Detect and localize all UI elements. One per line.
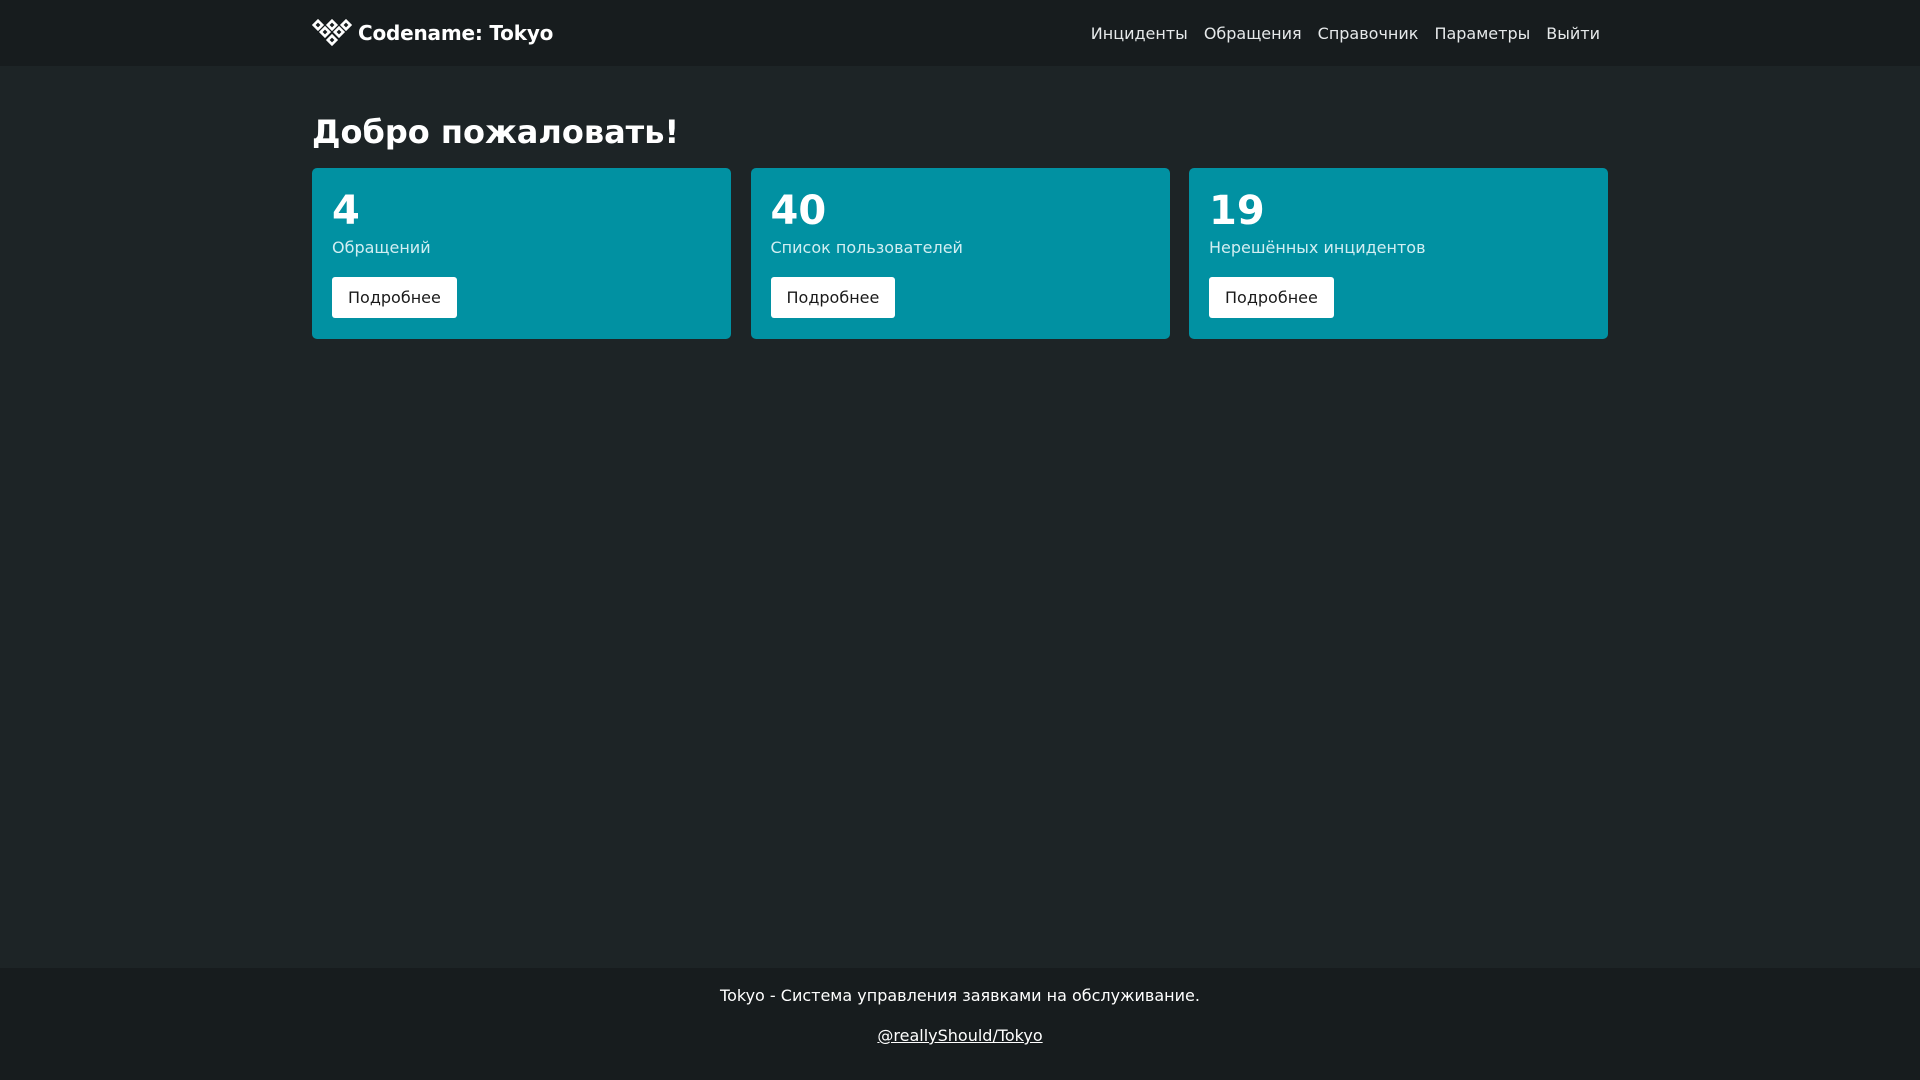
stat-cards: 4 Обращений Подробнее 40 Список пользова… (312, 168, 1608, 339)
footer-description: Tokyo - Система управления заявками на о… (720, 986, 1200, 1005)
card-label: Нерешённых инцидентов (1209, 238, 1426, 257)
main-content: Добро пожаловать! 4 Обращений Подробнее … (312, 66, 1608, 339)
nav-requests[interactable]: Обращения (1196, 24, 1310, 43)
details-button[interactable]: Подробнее (770, 277, 896, 318)
nav-logout[interactable]: Выйти (1538, 24, 1608, 43)
card-incidents: 19 Нерешённых инцидентов Подробнее (1189, 168, 1608, 339)
card-number: 19 (1209, 188, 1265, 234)
card-requests: 4 Обращений Подробнее (312, 168, 731, 339)
repo-link[interactable]: @reallyShould/Tokyo (877, 1026, 1042, 1045)
card-label: Обращений (332, 238, 431, 257)
tokyo-logo-icon (312, 19, 352, 47)
footer-link-wrap: @reallyShould/Tokyo (0, 1026, 1920, 1045)
card-users: 40 Список пользователей Подробнее (750, 168, 1170, 339)
footer: Tokyo - Система управления заявками на о… (0, 968, 1920, 1080)
brand-link[interactable]: Codename: Tokyo (312, 0, 553, 66)
brand-title: Codename: Tokyo (358, 21, 554, 45)
top-navbar: Codename: Tokyo Инциденты Обращения Спра… (0, 0, 1920, 66)
card-number: 40 (770, 188, 827, 234)
card-number: 4 (332, 188, 360, 234)
nav-directory[interactable]: Справочник (1310, 24, 1427, 43)
main-nav: Инциденты Обращения Справочник Параметры… (1083, 0, 1608, 66)
nav-incidents[interactable]: Инциденты (1083, 24, 1196, 43)
card-label: Список пользователей (770, 238, 963, 257)
page-title: Добро пожаловать! (312, 113, 680, 151)
details-button[interactable]: Подробнее (1209, 277, 1334, 318)
nav-settings[interactable]: Параметры (1426, 24, 1538, 43)
details-button[interactable]: Подробнее (332, 277, 457, 318)
